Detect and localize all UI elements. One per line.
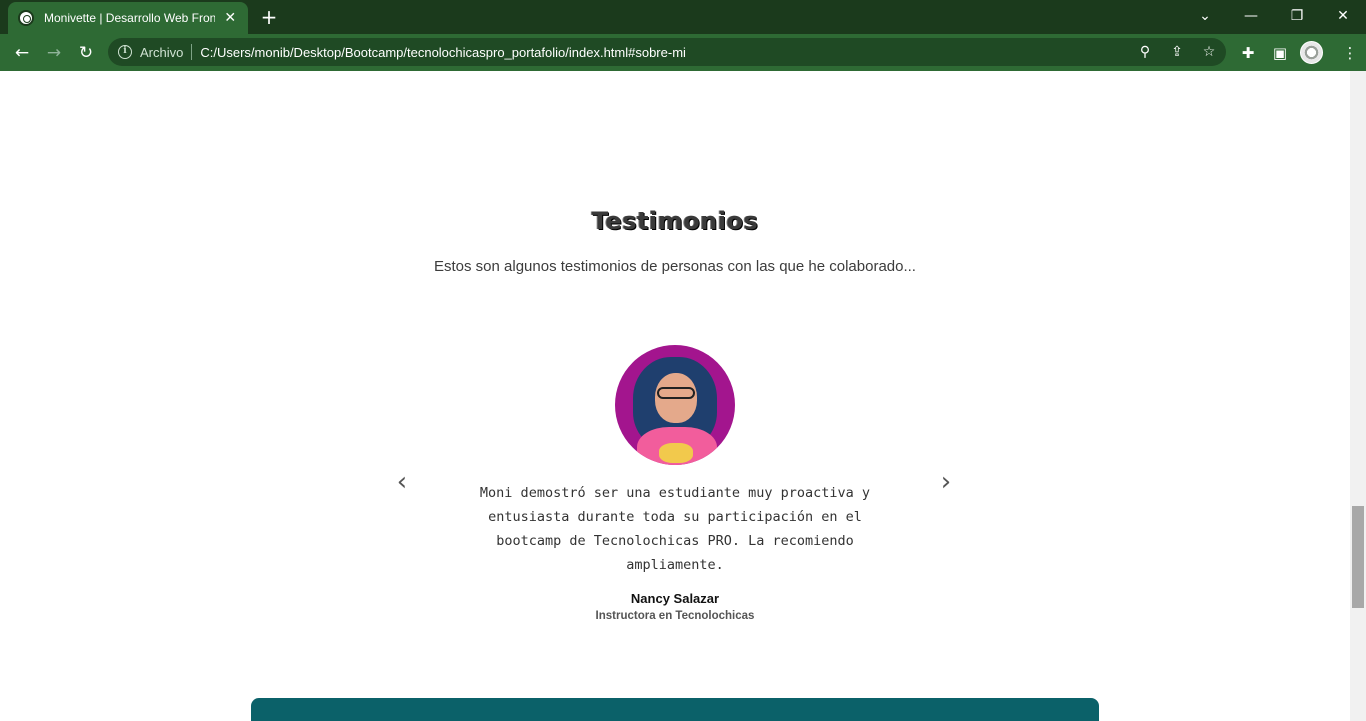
- browser-toolbar: ← → ↻ i Archivo C:/Users/monib/Desktop/B…: [0, 34, 1366, 71]
- forward-icon[interactable]: →: [42, 41, 66, 65]
- testimonial-avatar: [615, 345, 735, 465]
- carousel-next-chevron-right-icon[interactable]: ›: [933, 469, 959, 495]
- avatar-glasses: [657, 387, 695, 399]
- star-icon[interactable]: ☆: [1200, 44, 1218, 60]
- testimonials-subtitle: Estos son algunos testimonios de persona…: [434, 258, 916, 275]
- back-icon[interactable]: ←: [10, 41, 34, 65]
- menu-icon[interactable]: ⋮: [1338, 41, 1362, 65]
- extensions-icon[interactable]: ✚: [1236, 41, 1260, 65]
- tab-strip: Monivette | Desarrollo Web Front ✕ + ⌄ —…: [0, 0, 1366, 34]
- scrollbar-thumb[interactable]: [1352, 506, 1364, 608]
- browser-tab[interactable]: Monivette | Desarrollo Web Front ✕: [8, 2, 248, 34]
- tab-title: Monivette | Desarrollo Web Front: [44, 11, 215, 25]
- scheme-label: Archivo: [140, 44, 184, 60]
- url-text[interactable]: C:/Users/monib/Desktop/Bootcamp/tecnoloc…: [200, 45, 686, 60]
- restore-icon[interactable]: ❐: [1283, 4, 1311, 28]
- address-bar[interactable]: i Archivo C:/Users/monib/Desktop/Bootcam…: [108, 38, 1226, 66]
- minimize-icon[interactable]: —: [1237, 4, 1265, 28]
- site-favicon-icon: [18, 10, 34, 26]
- page-viewport: Testimonios Estos son algunos testimonio…: [0, 71, 1350, 721]
- side-panel-icon[interactable]: ▣: [1268, 41, 1292, 65]
- reload-icon[interactable]: ↻: [74, 41, 98, 65]
- testimonials-title: Testimonios: [591, 207, 759, 235]
- info-icon[interactable]: i: [118, 45, 132, 59]
- tab-search-chevron-down-icon[interactable]: ⌄: [1191, 4, 1219, 28]
- testimonial-author-role: Instructora en Tecnolochicas: [595, 610, 755, 622]
- next-section-card: [251, 698, 1099, 721]
- page-scrollbar[interactable]: [1350, 71, 1366, 721]
- omnibox-separator: [191, 44, 193, 60]
- omnibox-actions: ⚲ ⇪ ☆: [1136, 38, 1218, 66]
- carousel-prev-chevron-left-icon[interactable]: ‹: [389, 469, 415, 495]
- close-window-icon[interactable]: ✕: [1329, 4, 1357, 28]
- new-tab-button[interactable]: +: [258, 6, 280, 28]
- avatar-shirt-print: [659, 443, 693, 463]
- share-icon[interactable]: ⇪: [1168, 44, 1186, 60]
- testimonial-quote: Moni demostró ser una estudiante muy pro…: [479, 485, 871, 573]
- tab-close-icon[interactable]: ✕: [223, 10, 239, 26]
- testimonial-author: Nancy Salazar: [630, 591, 720, 606]
- profile-avatar[interactable]: [1300, 41, 1323, 64]
- zoom-icon[interactable]: ⚲: [1136, 44, 1154, 60]
